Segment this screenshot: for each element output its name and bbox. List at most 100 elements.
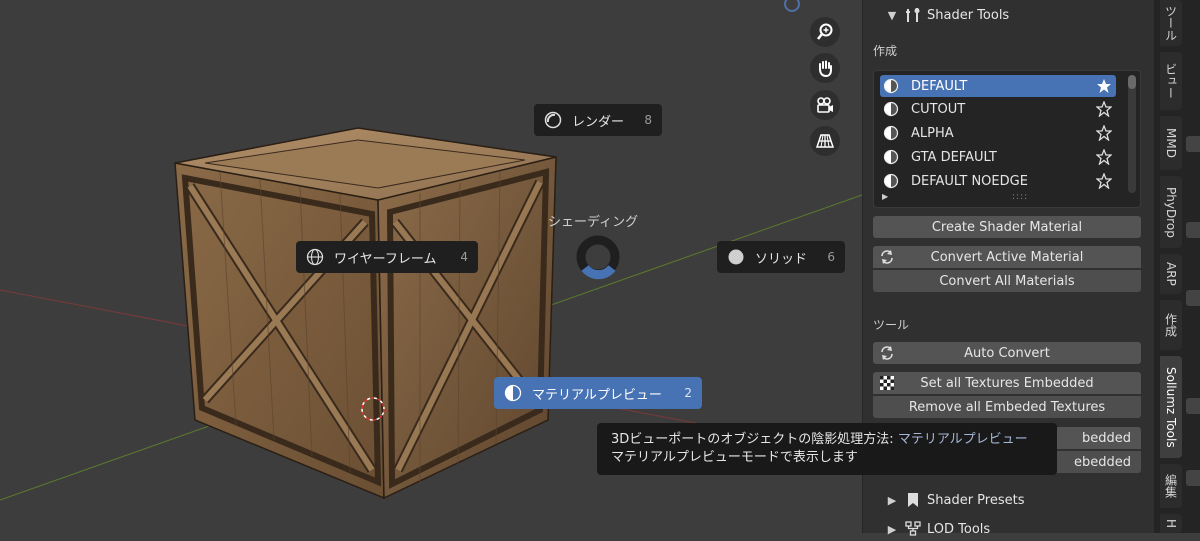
sphere-solid-icon [727,248,745,266]
pie-item-material-preview[interactable]: マテリアルプレビュー 2 [494,377,702,409]
star-outline-icon[interactable] [1096,101,1112,117]
chevron-right-icon: ▶ [887,522,897,536]
tooltip-description: マテリアルプレビューモードで表示します [611,450,858,465]
tab-phydrop[interactable]: PhyDrop [1160,176,1182,248]
panel-title: LOD Tools [927,521,991,537]
chevron-down-icon: ▼ [887,8,897,22]
tab-label: 作成 [1163,313,1178,337]
create-shader-material-button[interactable]: Create Shader Material [873,216,1141,238]
edge-tool-icon[interactable] [1186,470,1200,486]
pie-item-solid[interactable]: ソリッド 6 [717,241,845,273]
tab-edit[interactable]: 編集 [1160,464,1182,508]
list-item[interactable]: ALPHA [880,122,1116,144]
tooltip: 3Dビューポートのオブジェクトの陰影処理方法: マテリアルプレビュー マテリアル… [597,423,1057,475]
shortcut-key: 2 [684,386,692,400]
tab-label: MMD [1164,128,1178,158]
chevron-right-icon: ▶ [887,493,897,507]
list-scrollbar[interactable] [1128,75,1136,193]
tab-label: ARP [1164,262,1178,286]
pie-item-wireframe[interactable]: ワイヤーフレーム 4 [296,241,478,273]
material-sphere-icon [883,101,899,117]
shortcut-key: 8 [644,113,652,127]
material-sphere-icon [883,149,899,165]
tab-create[interactable]: 作成 [1160,300,1182,350]
tools-icon [905,7,921,23]
pie-item-label: レンダー [572,114,625,130]
button-label: Convert Active Material [930,249,1084,265]
sphere-render-icon [544,111,562,129]
tooltip-value: マテリアルプレビュー [897,432,1028,447]
bookmark-icon [905,492,921,508]
button-label: Set all Textures Embedded [920,375,1094,391]
expand-triangle-icon[interactable]: ▶ [882,192,888,201]
tab-label: ツール [1163,5,1178,41]
list-item[interactable]: CUTOUT [880,98,1116,120]
edge-tool-icon[interactable] [1186,398,1200,414]
material-sphere-icon [883,173,899,189]
tab-label: 編集 [1163,474,1178,498]
tab-sollumz-tools[interactable]: Sollumz Tools [1160,356,1182,458]
panel-title: Shader Tools [927,7,1010,23]
edge-tool-icon[interactable] [1186,290,1200,306]
list-item-label: DEFAULT [911,78,968,94]
tab-tool[interactable]: ツール [1160,0,1182,46]
lod-tools-header[interactable]: ▶ LOD Tools [863,517,1153,541]
panel-title: Shader Presets [927,492,1025,508]
refresh-icon [881,250,893,264]
pie-item-render[interactable]: レンダー 8 [534,104,662,136]
hierarchy-icon [905,521,921,537]
gizmo-dot [784,0,800,12]
pie-item-label: ワイヤーフレーム [334,251,437,267]
pie-item-label: ソリッド [755,251,808,267]
zoom-icon[interactable] [810,17,840,47]
list-item-label: CUTOUT [911,101,966,117]
shortcut-key: 6 [827,250,835,264]
list-item-label: DEFAULT NOEDGE [911,173,1028,189]
tab-h[interactable]: H [1160,514,1182,533]
convert-active-material-button[interactable]: Convert Active Material [873,246,1141,268]
star-filled-icon[interactable] [1096,78,1112,94]
tab-view[interactable]: ビュー [1160,52,1182,110]
list-item[interactable]: GTA DEFAULT [880,146,1116,168]
convert-all-materials-button[interactable]: Convert All Materials [873,270,1141,292]
tab-arp[interactable]: ARP [1160,254,1182,294]
tab-label: PhyDrop [1164,186,1178,238]
pie-menu-center [576,235,620,280]
sidebar-tab-strip: ツール ビュー MMD PhyDrop ARP 作成 Sollumz Tools… [1154,0,1200,533]
create-section-label: 作成 [873,44,898,58]
sphere-material-icon [504,384,522,402]
shortcut-key: 4 [460,250,468,264]
material-sphere-icon [883,125,899,141]
set-all-textures-embedded-button[interactable]: Set all Textures Embedded [873,372,1141,394]
shader-presets-header[interactable]: ▶ Shader Presets [863,488,1153,512]
camera-icon[interactable] [810,90,840,120]
tab-label: H [1164,518,1178,529]
grid-perspective-icon[interactable] [810,126,840,156]
crate-mesh [174,127,557,500]
edge-tool-icon[interactable] [1186,222,1200,238]
list-resize-grip[interactable]: :::: [1012,192,1028,202]
button-label: Auto Convert [964,345,1050,361]
pie-item-label: マテリアルプレビュー [532,387,662,403]
shader-list[interactable]: DEFAULT CUTOUT ALPHA GTA DEFAULT DEFAULT… [873,70,1141,208]
hand-pan-icon[interactable] [810,53,840,83]
list-item-label: GTA DEFAULT [911,149,997,165]
star-outline-icon[interactable] [1096,149,1112,165]
remove-all-embeded-textures-button[interactable]: Remove all Embeded Textures [873,396,1141,418]
sphere-wireframe-icon [306,248,324,266]
refresh-icon [881,346,893,360]
pie-menu-title: シェーディング [548,215,639,230]
tools-section-label: ツール [873,318,910,332]
tab-label: Sollumz Tools [1164,366,1178,448]
star-outline-icon[interactable] [1096,173,1112,189]
edge-tool-icon[interactable] [1186,136,1200,152]
list-item[interactable]: DEFAULT NOEDGE [880,170,1116,192]
material-sphere-icon [883,78,899,94]
star-outline-icon[interactable] [1096,125,1112,141]
list-item-label: ALPHA [911,125,954,141]
checker-texture-icon [880,376,894,390]
list-item[interactable]: DEFAULT [880,75,1116,97]
tab-mmd[interactable]: MMD [1160,116,1182,170]
auto-convert-button[interactable]: Auto Convert [873,342,1141,364]
shader-tools-header[interactable]: ▼ Shader Tools [863,3,1153,27]
